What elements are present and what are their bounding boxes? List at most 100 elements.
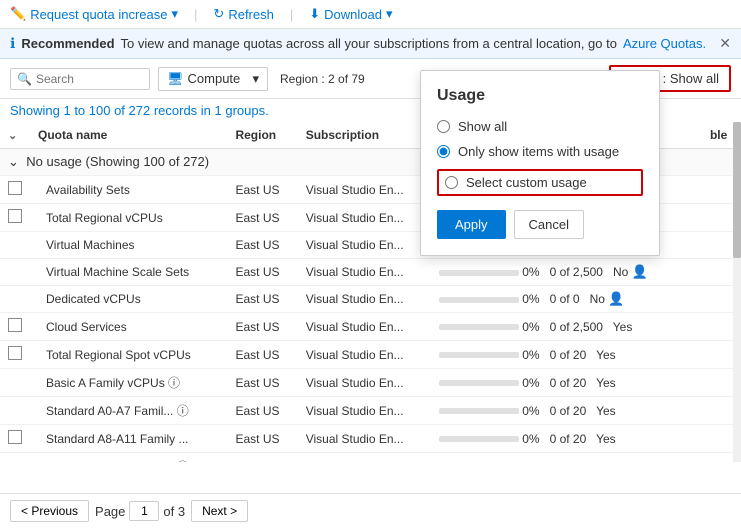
request-quota-btn[interactable]: ✏️ Request quota increase ▾ bbox=[10, 6, 178, 22]
row-checkbox bbox=[0, 341, 30, 369]
info-icon: ℹ bbox=[10, 35, 15, 52]
subscription-cell: Visual Studio En... bbox=[298, 453, 431, 463]
region-cell: East US bbox=[227, 176, 297, 204]
checkbox[interactable] bbox=[8, 430, 22, 444]
subscription-cell: Visual Studio En... bbox=[298, 204, 431, 232]
search-input[interactable] bbox=[36, 72, 143, 86]
region-cell: East US bbox=[227, 232, 297, 259]
radio-show-all[interactable] bbox=[437, 120, 450, 133]
pagination: < Previous Page of 3 Next > bbox=[0, 493, 741, 528]
row-checkbox bbox=[0, 313, 30, 341]
table-row: Standard D Family vC... ⓘ East US Visual… bbox=[0, 453, 741, 463]
info-bold: Recommended bbox=[21, 36, 114, 51]
previous-btn[interactable]: < Previous bbox=[10, 500, 89, 522]
subscription-cell: Visual Studio En... bbox=[298, 286, 431, 313]
usage-bar-cell: 0% 0 of 20 Yes bbox=[431, 397, 702, 425]
page-input-wrap: Page of 3 bbox=[95, 501, 185, 521]
checkbox[interactable] bbox=[8, 181, 22, 195]
quota-name-cell: Virtual Machines bbox=[30, 232, 227, 259]
quota-name-cell: Total Regional Spot vCPUs bbox=[30, 341, 227, 369]
region-cell: East US bbox=[227, 369, 297, 397]
table-row: Virtual Machine Scale Sets East US Visua… bbox=[0, 259, 741, 286]
option-show-all[interactable]: Show all bbox=[437, 119, 643, 134]
usage-bar-cell: 0% 0 of 20 Yes bbox=[431, 369, 702, 397]
refresh-icon: ↻ bbox=[213, 6, 224, 22]
of-label: of 3 bbox=[163, 504, 185, 519]
records-count: Showing 1 to 100 of 272 records in 1 gro… bbox=[10, 103, 269, 118]
subscription-cell: Visual Studio En... bbox=[298, 425, 431, 453]
scrollbar[interactable] bbox=[733, 122, 741, 462]
scrollbar-thumb[interactable] bbox=[733, 122, 741, 258]
quota-name-cell: Cloud Services bbox=[30, 313, 227, 341]
usage-bar-cell: 0% 0 of 0 No 👤 bbox=[431, 286, 702, 313]
radio-custom-usage[interactable] bbox=[445, 176, 458, 189]
quota-name-cell: Basic A Family vCPUs ⓘ bbox=[30, 369, 227, 397]
edit-icon: ✏️ bbox=[10, 6, 26, 22]
custom-usage-label: Select custom usage bbox=[466, 175, 587, 190]
col-subscription: Subscription bbox=[298, 122, 431, 149]
radio-items-with-usage[interactable] bbox=[437, 145, 450, 158]
dropdown-title: Usage bbox=[437, 87, 643, 105]
region-cell: East US bbox=[227, 286, 297, 313]
option-items-with-usage[interactable]: Only show items with usage bbox=[437, 144, 643, 159]
checkbox[interactable] bbox=[8, 318, 22, 332]
info-message: To view and manage quotas across all you… bbox=[121, 36, 617, 51]
row-checkbox bbox=[0, 397, 30, 425]
chevron-down-icon: ▾ bbox=[172, 6, 179, 22]
row-checkbox bbox=[0, 259, 30, 286]
search-box[interactable]: 🔍 bbox=[10, 68, 150, 90]
subscription-cell: Visual Studio En... bbox=[298, 397, 431, 425]
region-cell: East US bbox=[227, 453, 297, 463]
usage-bar-cell: 0% 0 of 20 Yes bbox=[431, 425, 702, 453]
download-btn[interactable]: ⬇ Download ▾ bbox=[309, 6, 392, 22]
quota-name-cell: Standard A8-A11 Family ... bbox=[30, 425, 227, 453]
checkbox[interactable] bbox=[8, 346, 22, 360]
option-custom-usage[interactable]: Select custom usage bbox=[437, 169, 643, 196]
quota-name-cell: Availability Sets bbox=[30, 176, 227, 204]
row-checkbox bbox=[0, 176, 30, 204]
region-label: Region : 2 of 79 bbox=[280, 72, 365, 86]
checkbox[interactable] bbox=[8, 209, 22, 223]
apply-btn[interactable]: Apply bbox=[437, 210, 506, 239]
subscription-cell: Visual Studio En... bbox=[298, 259, 431, 286]
row-checkbox bbox=[0, 204, 30, 232]
table-row: Standard A8-A11 Family ... East US Visua… bbox=[0, 425, 741, 453]
subscription-cell: Visual Studio En... bbox=[298, 369, 431, 397]
row-checkbox bbox=[0, 369, 30, 397]
expand-icon[interactable]: ⌄ bbox=[8, 154, 19, 169]
usage-bar-cell: 0% 0 of 2,500 Yes bbox=[431, 313, 702, 341]
region-cell: East US bbox=[227, 204, 297, 232]
refresh-btn[interactable]: ↻ Refresh bbox=[213, 6, 273, 22]
row-checkbox bbox=[0, 286, 30, 313]
col-region: Region bbox=[227, 122, 297, 149]
usage-bar-cell: 0% 0 of 20 Yes bbox=[431, 453, 702, 463]
person-icon: 👤 bbox=[608, 291, 624, 306]
row-checkbox bbox=[0, 232, 30, 259]
col-checkbox: ⌄ bbox=[0, 122, 30, 149]
next-btn[interactable]: Next > bbox=[191, 500, 248, 522]
region-cell: East US bbox=[227, 425, 297, 453]
compute-dropdown[interactable]: 🖥 Compute ▾ bbox=[158, 67, 268, 91]
col-quota-name: Quota name bbox=[30, 122, 227, 149]
items-with-usage-label: Only show items with usage bbox=[458, 144, 619, 159]
table-row: Basic A Family vCPUs ⓘ East US Visual St… bbox=[0, 369, 741, 397]
table-row: Dedicated vCPUs East US Visual Studio En… bbox=[0, 286, 741, 313]
page-number-input[interactable] bbox=[129, 501, 159, 521]
azure-quotas-link[interactable]: Azure Quotas. bbox=[623, 36, 706, 51]
compute-label: Compute bbox=[188, 71, 241, 86]
chevron-down-icon2: ▾ bbox=[386, 6, 393, 22]
region-cell: East US bbox=[227, 313, 297, 341]
cancel-btn[interactable]: Cancel bbox=[514, 210, 584, 239]
header-expand-icon: ⌄ bbox=[8, 130, 17, 142]
info-close-btn[interactable]: ✕ bbox=[719, 35, 731, 52]
row-checkbox bbox=[0, 453, 30, 463]
quota-name-cell: Dedicated vCPUs bbox=[30, 286, 227, 313]
divider1: | bbox=[194, 7, 197, 22]
subscription-cell: Visual Studio En... bbox=[298, 313, 431, 341]
usage-bar-cell: 0% 0 of 2,500 No 👤 bbox=[431, 259, 702, 286]
subscription-cell: Visual Studio En... bbox=[298, 341, 431, 369]
table-row: Standard A0-A7 Famil... ⓘ East US Visual… bbox=[0, 397, 741, 425]
search-icon: 🔍 bbox=[17, 72, 32, 86]
divider2: | bbox=[290, 7, 293, 22]
person-icon: 👤 bbox=[632, 264, 648, 279]
